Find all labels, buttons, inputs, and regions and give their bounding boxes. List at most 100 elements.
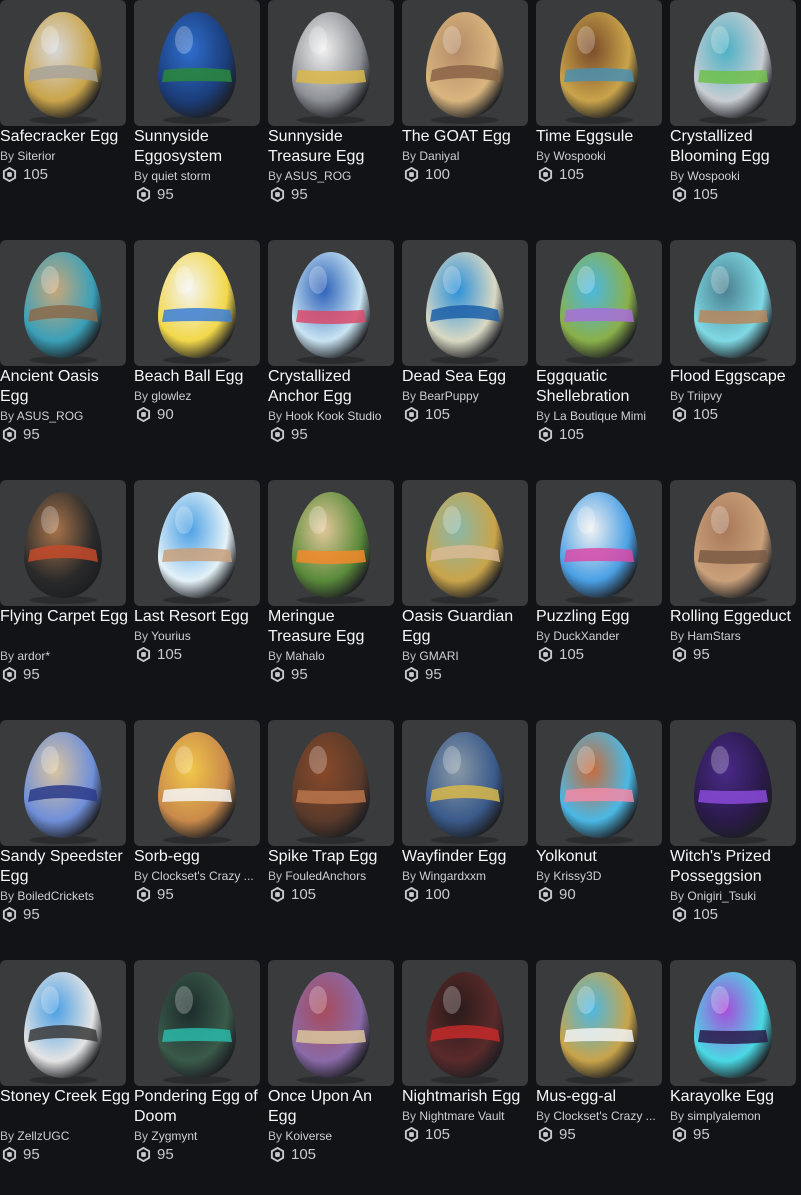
item-thumbnail[interactable] — [134, 960, 260, 1086]
item-name[interactable]: Nightmarish Egg — [402, 1087, 532, 1107]
item-creator[interactable]: By Onigiri_Tsuki — [670, 889, 797, 903]
item-name[interactable]: Sandy Speedster Egg — [0, 847, 130, 887]
item-creator[interactable]: By Mahalo — [268, 649, 395, 663]
catalog-item-card[interactable]: Safecracker Egg By Siterior 105 — [0, 0, 127, 235]
item-creator[interactable]: By simplyalemon — [670, 1109, 797, 1123]
catalog-item-card[interactable]: Last Resort Egg By Yourius 105 — [134, 480, 261, 715]
creator-name[interactable]: Daniyal — [419, 149, 459, 163]
creator-name[interactable]: Clockset's Crazy ... — [553, 1109, 655, 1123]
catalog-item-card[interactable]: Yolkonut By Krissy3D 90 — [536, 720, 663, 955]
item-thumbnail[interactable] — [402, 960, 528, 1086]
catalog-item-card[interactable]: Once Upon An Egg By Koiverse 105 — [268, 960, 395, 1195]
catalog-item-card[interactable]: The GOAT Egg By Daniyal 100 — [402, 0, 529, 235]
item-creator[interactable]: By Siterior — [0, 149, 127, 163]
item-thumbnail[interactable] — [402, 480, 528, 606]
catalog-item-card[interactable]: Nightmarish Egg By Nightmare Vault 105 — [402, 960, 529, 1195]
catalog-item-card[interactable]: Rolling Eggeduct By HamStars 95 — [670, 480, 797, 715]
creator-name[interactable]: Koiverse — [285, 1129, 332, 1143]
catalog-item-card[interactable]: Sunnyside Eggosystem By quiet storm 95 — [134, 0, 261, 235]
creator-name[interactable]: BoiledCrickets — [17, 889, 94, 903]
item-name[interactable]: Oasis Guardian Egg — [402, 607, 532, 647]
item-creator[interactable]: By ASUS_ROG — [268, 169, 395, 183]
item-creator[interactable]: By ASUS_ROG — [0, 409, 127, 423]
item-creator[interactable]: By glowlez — [134, 389, 261, 403]
item-thumbnail[interactable] — [268, 0, 394, 126]
item-name[interactable]: Crystallized Anchor Egg — [268, 367, 398, 407]
item-thumbnail[interactable] — [268, 960, 394, 1086]
catalog-item-card[interactable]: Eggquatic Shellebration By La Boutique Mi… — [536, 240, 663, 475]
item-creator[interactable]: By GMARI — [402, 649, 529, 663]
item-creator[interactable]: By Clockset's Crazy ... — [134, 869, 261, 883]
creator-name[interactable]: La Boutique Mimi — [553, 409, 646, 423]
catalog-item-card[interactable]: Oasis Guardian Egg By GMARI 95 — [402, 480, 529, 715]
catalog-item-card[interactable]: Time Eggsule By Wospooki 105 — [536, 0, 663, 235]
item-creator[interactable]: By Koiverse — [268, 1129, 395, 1143]
creator-name[interactable]: Hook Kook Studio — [285, 409, 381, 423]
item-name[interactable]: Yolkonut — [536, 847, 666, 867]
item-creator[interactable]: By FouledAnchors — [268, 869, 395, 883]
creator-name[interactable]: DuckXander — [553, 629, 619, 643]
catalog-item-card[interactable]: Beach Ball Egg By glowlez 90 — [134, 240, 261, 475]
catalog-item-card[interactable]: Witch's Prized Posseggsion By Onigiri_Tsu… — [670, 720, 797, 955]
catalog-item-card[interactable]: Sorb-egg By Clockset's Crazy ... 95 — [134, 720, 261, 955]
item-thumbnail[interactable] — [268, 240, 394, 366]
item-name[interactable]: Meringue Treasure Egg — [268, 607, 398, 647]
catalog-item-card[interactable]: Mus-egg-al By Clockset's Crazy ... 95 — [536, 960, 663, 1195]
creator-name[interactable]: GMARI — [419, 649, 458, 663]
creator-name[interactable]: Wingardxxm — [419, 869, 486, 883]
item-name[interactable]: Time Eggsule — [536, 127, 666, 147]
item-thumbnail[interactable] — [536, 720, 662, 846]
catalog-item-card[interactable]: Spike Trap Egg By FouledAnchors 105 — [268, 720, 395, 955]
creator-name[interactable]: Siterior — [17, 149, 55, 163]
item-creator[interactable]: By ZellzUGC — [0, 1129, 127, 1143]
creator-name[interactable]: Mahalo — [285, 649, 324, 663]
item-thumbnail[interactable] — [134, 480, 260, 606]
item-name[interactable]: Sunnyside Eggosystem — [134, 127, 264, 167]
item-thumbnail[interactable] — [402, 0, 528, 126]
item-thumbnail[interactable] — [402, 240, 528, 366]
creator-name[interactable]: BearPuppy — [419, 389, 478, 403]
item-name[interactable]: Dead Sea Egg — [402, 367, 532, 387]
item-name[interactable]: Ancient Oasis Egg — [0, 367, 130, 407]
item-name[interactable]: Sunnyside Treasure Egg — [268, 127, 398, 167]
item-thumbnail[interactable] — [268, 480, 394, 606]
creator-name[interactable]: Wospooki — [553, 149, 605, 163]
item-thumbnail[interactable] — [134, 720, 260, 846]
item-thumbnail[interactable] — [0, 720, 126, 846]
creator-name[interactable]: Yourius — [151, 629, 191, 643]
catalog-item-card[interactable]: Flying Carpet Egg By ardor* 95 — [0, 480, 130, 715]
catalog-item-card[interactable]: Crystallized Anchor Egg By Hook Kook Stud… — [268, 240, 395, 475]
item-thumbnail[interactable] — [670, 480, 796, 606]
item-thumbnail[interactable] — [670, 720, 796, 846]
item-name[interactable]: Wayfinder Egg — [402, 847, 532, 867]
creator-name[interactable]: Triipvy — [687, 389, 722, 403]
item-creator[interactable]: By DuckXander — [536, 629, 663, 643]
catalog-item-card[interactable]: Flood Eggscape By Triipvy 105 — [670, 240, 797, 475]
item-name[interactable]: Puzzling Egg — [536, 607, 666, 627]
item-thumbnail[interactable] — [134, 240, 260, 366]
item-creator[interactable]: By Krissy3D — [536, 869, 663, 883]
creator-name[interactable]: FouledAnchors — [285, 869, 366, 883]
item-name[interactable]: Mus-egg-al — [536, 1087, 666, 1107]
item-thumbnail[interactable] — [536, 0, 662, 126]
item-name[interactable]: Flying Carpet Egg — [0, 607, 130, 627]
item-thumbnail[interactable] — [670, 240, 796, 366]
item-name[interactable]: Karayolke Egg — [670, 1087, 800, 1107]
catalog-item-card[interactable]: Crystallized Blooming Egg By Wospooki 105 — [670, 0, 797, 235]
item-name[interactable]: Crystallized Blooming Egg — [670, 127, 800, 167]
creator-name[interactable]: Wospooki — [687, 169, 739, 183]
item-thumbnail[interactable] — [402, 720, 528, 846]
item-name[interactable]: Safecracker Egg — [0, 127, 130, 147]
item-creator[interactable]: By quiet storm — [134, 169, 261, 183]
catalog-item-card[interactable]: Sunnyside Treasure Egg By ASUS_ROG 95 — [268, 0, 395, 235]
creator-name[interactable]: Krissy3D — [553, 869, 601, 883]
catalog-item-card[interactable]: Sandy Speedster Egg By BoiledCrickets 95 — [0, 720, 127, 955]
item-name[interactable]: Eggquatic Shellebration — [536, 367, 666, 407]
item-creator[interactable]: By Wingardxxm — [402, 869, 529, 883]
item-name[interactable]: Flood Eggscape — [670, 367, 800, 387]
item-name[interactable]: Witch's Prized Posseggsion — [670, 847, 800, 887]
item-thumbnail[interactable] — [268, 720, 394, 846]
item-name[interactable]: Rolling Eggeduct — [670, 607, 800, 627]
catalog-item-card[interactable]: Ancient Oasis Egg By ASUS_ROG 95 — [0, 240, 127, 475]
item-thumbnail[interactable] — [134, 0, 260, 126]
